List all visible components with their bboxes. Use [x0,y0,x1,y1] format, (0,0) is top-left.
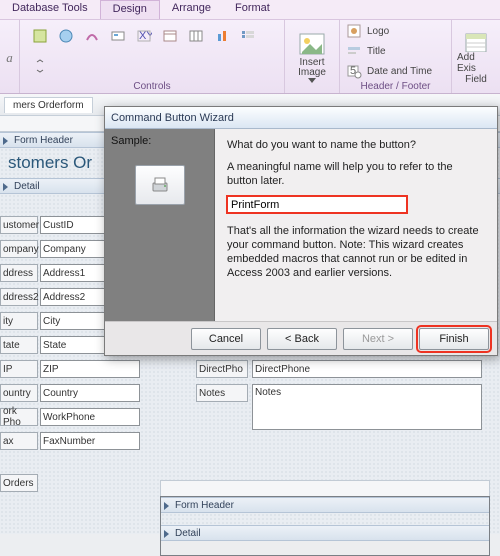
control-picker-8[interactable] [212,26,232,46]
control-picker-3[interactable] [82,26,102,46]
wizard-footer: Cancel < Back Next > Finish [105,321,497,355]
control-picker-4[interactable] [108,26,128,46]
label-zip[interactable]: IP [0,360,38,378]
label-address2[interactable]: ddress2 [0,288,38,306]
command-button-wizard-dialog: Command Button Wizard Sample: What do yo… [104,106,498,356]
label-country[interactable]: ountry [0,384,38,402]
orders-subform-ruler [160,480,490,496]
field-directphone[interactable]: DirectPhone [252,360,482,378]
dialog-title-bar[interactable]: Command Button Wizard [105,107,497,129]
control-picker-1[interactable] [30,26,50,46]
fields-icon [463,31,489,52]
title-button[interactable]: Title [344,42,447,60]
image-icon [298,32,326,58]
field-zip[interactable]: ZIP [40,360,140,378]
orders-subform[interactable]: Form Header Detail [160,496,490,556]
field-workphone[interactable]: WorkPhone [40,408,140,426]
back-button[interactable]: < Back [267,328,337,350]
label-workphone[interactable]: ork Pho [0,408,38,426]
sample-label: Sample: [105,135,151,147]
label-state[interactable]: tate [0,336,38,354]
control-picker-6[interactable] [160,26,180,46]
add-existing-label-2: Field [465,74,487,85]
wizard-info-text: That's all the information the wizard ne… [227,225,485,280]
insert-image-button[interactable]: Insert Image [289,30,335,86]
wizard-question-2: A meaningful name will help you to refer… [227,161,485,189]
label-address1[interactable]: ddress [0,264,38,282]
tab-database-tools[interactable]: Database Tools [0,0,100,19]
date-time-button[interactable]: 5 Date and Time [344,62,447,80]
logo-button[interactable]: Logo [344,22,447,40]
subform-detail-bar[interactable]: Detail [161,525,489,541]
wizard-question-1: What do you want to name the button? [227,139,485,153]
dropdown-arrow-icon [308,78,316,83]
label-fax[interactable]: ax [0,432,38,450]
text-format-button[interactable]: a [4,48,15,68]
wizard-content: What do you want to name the button? A m… [215,129,497,321]
gallery-expand-arrow[interactable] [30,56,50,76]
date-time-icon: 5 [346,63,362,79]
form-tab[interactable]: mers Orderform [4,97,93,113]
add-existing-label-1: Add Exis [457,52,495,74]
subform-header-area[interactable] [161,513,489,525]
title-icon [346,43,362,59]
tab-format[interactable]: Format [223,0,282,19]
label-customerid[interactable]: ustomer [0,216,38,234]
print-icon [150,175,170,195]
label-city[interactable]: ity [0,312,38,330]
label-directphone[interactable]: DirectPho [196,360,248,378]
logo-icon [346,23,362,39]
button-name-input[interactable] [227,196,407,213]
next-button: Next > [343,328,413,350]
sample-panel: Sample: [105,129,215,321]
group-controls-label: Controls [24,80,280,93]
insert-image-label: Insert Image [290,58,334,78]
subform-header-bar[interactable]: Form Header [161,497,489,513]
control-picker-5[interactable]: XYZ [134,26,154,46]
field-notes[interactable]: Notes [252,384,482,430]
add-existing-fields-button[interactable]: Add Exis Field [456,30,496,86]
label-notes[interactable]: Notes [196,384,248,402]
control-picker-2[interactable] [56,26,76,46]
field-country[interactable]: Country [40,384,140,402]
ribbon-tab-strip: Database Tools Design Arrange Format [0,0,500,20]
ribbon: a XYZ Controls Insert Image [0,20,500,94]
label-orders[interactable]: Orders [0,474,38,492]
control-picker-7[interactable] [186,26,206,46]
finish-button[interactable]: Finish [419,328,489,350]
control-picker-9[interactable] [238,26,258,46]
label-company[interactable]: ompany [0,240,38,258]
tab-design[interactable]: Design [100,0,160,19]
sample-button-preview [135,165,185,205]
field-fax[interactable]: FaxNumber [40,432,140,450]
tab-arrange[interactable]: Arrange [160,0,223,19]
group-headerfooter-label: Header / Footer [344,80,447,93]
cancel-button[interactable]: Cancel [191,328,261,350]
